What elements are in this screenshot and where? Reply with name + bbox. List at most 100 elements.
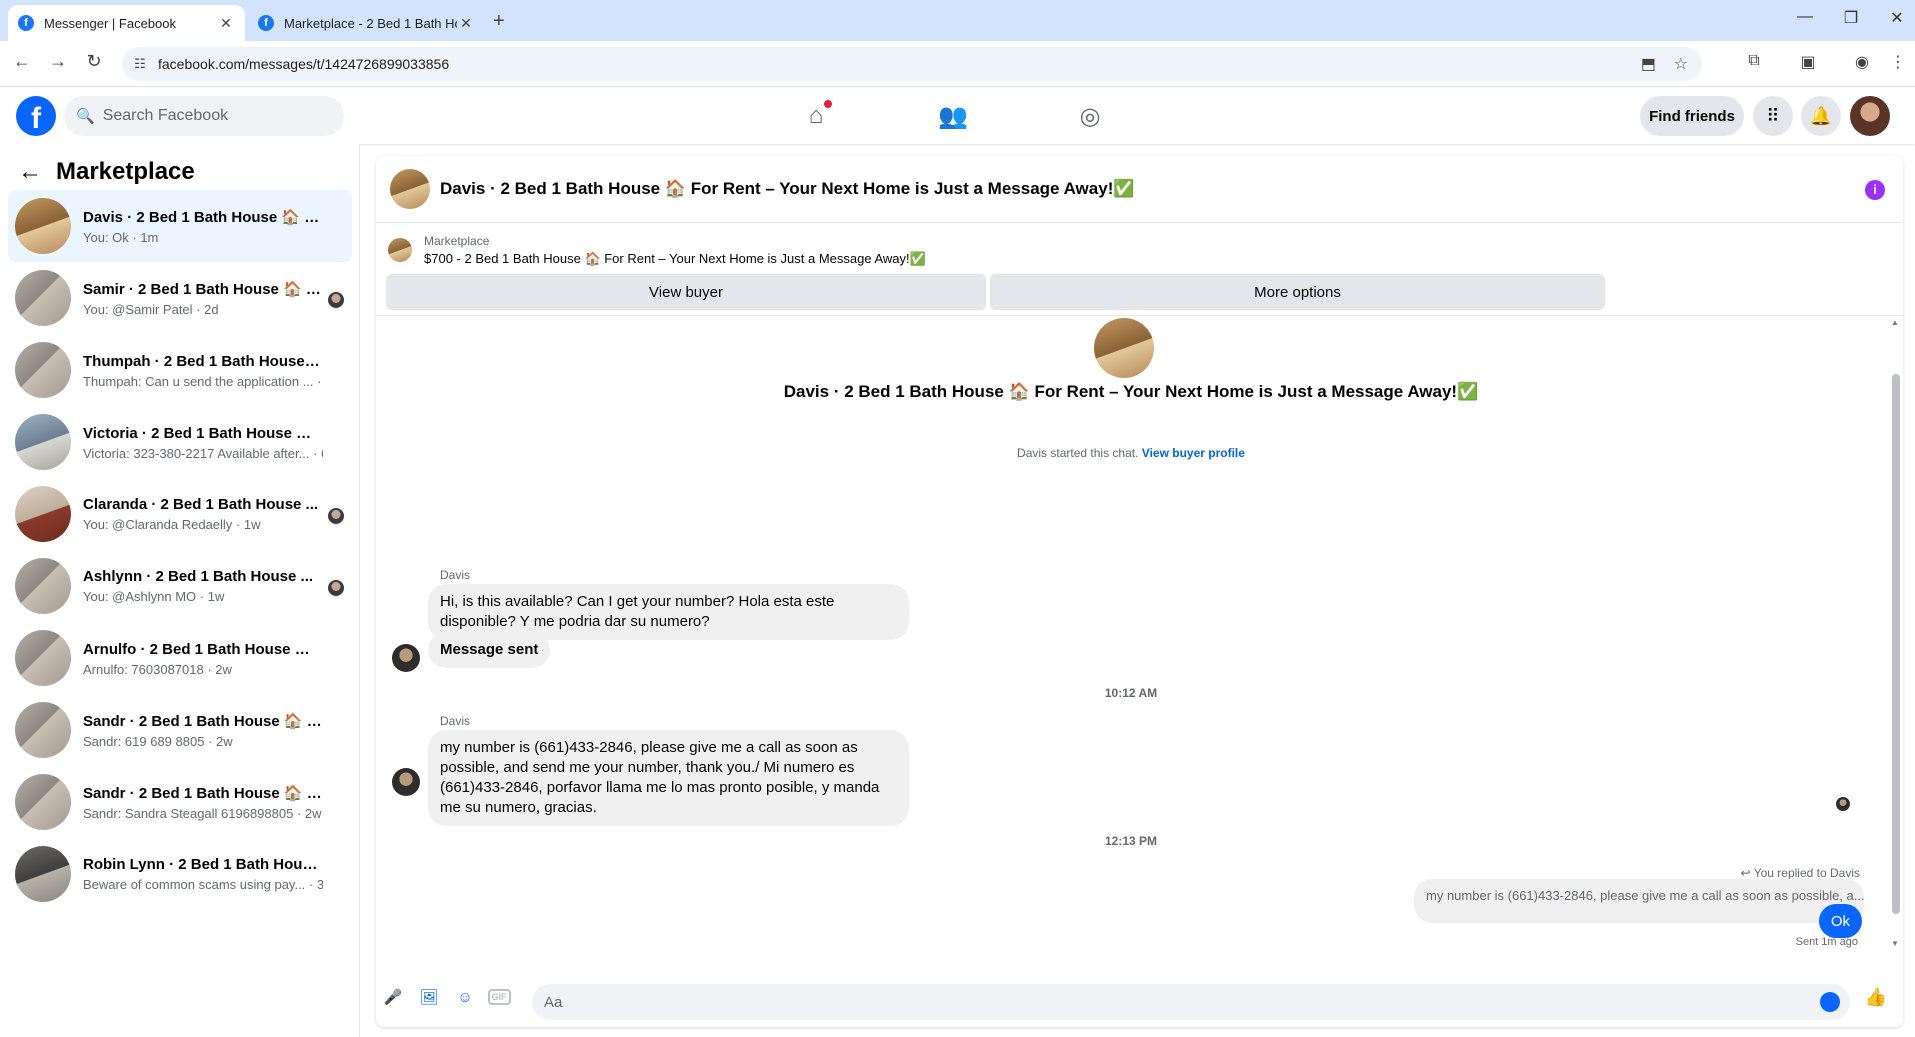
conversation-item[interactable]: Sandr · 2 Bed 1 Bath House 🏠 For ... Sand… xyxy=(8,694,352,766)
sticker-icon[interactable]: ☺ xyxy=(454,986,476,1008)
emoji-icon[interactable] xyxy=(1820,992,1840,1012)
conversation-preview: You: @Ashlynn MO · 1w xyxy=(83,589,225,604)
close-icon[interactable]: ✕ xyxy=(457,15,475,32)
tab-messenger[interactable]: f Messenger | Facebook ✕ xyxy=(8,5,245,41)
conversation-item[interactable]: Davis · 2 Bed 1 Bath House 🏠 For ... You:… xyxy=(8,190,352,262)
groups-icon[interactable]: ◎ xyxy=(1070,98,1110,134)
message-bubble[interactable]: Message sent xyxy=(428,632,551,668)
message-input[interactable]: Aa xyxy=(532,984,1850,1020)
menu-icon[interactable]: ⋮ xyxy=(1886,52,1910,72)
conversation-text: Victoria · 2 Bed 1 Bath House 🏠 F... Vict… xyxy=(83,424,323,461)
find-friends-button[interactable]: Find friends xyxy=(1640,96,1744,136)
conversation-item[interactable]: Sandr · 2 Bed 1 Bath House 🏠 For ... Sand… xyxy=(8,766,352,838)
chat-title[interactable]: Davis · 2 Bed 1 Bath House 🏠 For Rent – … xyxy=(440,179,1135,199)
listing-thumbnail[interactable] xyxy=(388,238,412,262)
conversation-item[interactable]: Samir · 2 Bed 1 Bath House 🏠 F... You: @S… xyxy=(8,262,352,334)
chat-avatar[interactable] xyxy=(390,169,430,209)
conversation-name: Sandr · 2 Bed 1 Bath House 🏠 For ... xyxy=(83,784,323,802)
conversation-item[interactable]: Arnulfo · 2 Bed 1 Bath House 🏠 F... Arnul… xyxy=(8,622,352,694)
listing-thumbnail xyxy=(15,702,71,758)
quoted-message[interactable]: my number is (661)433-2846, please give … xyxy=(1414,879,1864,923)
home-icon[interactable]: ⌂ xyxy=(796,98,836,134)
conversation-text: Arnulfo · 2 Bed 1 Bath House 🏠 F... Arnul… xyxy=(83,640,323,677)
replied-indicator: ↩ You replied to Davis xyxy=(1741,866,1860,880)
close-window-icon[interactable]: ✕ xyxy=(1882,8,1912,28)
back-icon[interactable]: ← xyxy=(10,51,34,72)
facebook-favicon-icon: f xyxy=(258,15,274,31)
restore-icon[interactable]: ❐ xyxy=(1836,8,1866,28)
conversation-text: Ashlynn · 2 Bed 1 Bath House ... You: @As… xyxy=(83,568,323,604)
listing-thumbnail xyxy=(15,270,71,326)
forward-icon[interactable]: → xyxy=(46,51,70,72)
reload-icon[interactable]: ↻ xyxy=(82,51,106,72)
listing-thumbnail xyxy=(15,342,71,398)
conversation-text: Claranda · 2 Bed 1 Bath House ... You: @C… xyxy=(83,496,323,532)
extensions-icon[interactable]: ⧉ xyxy=(1742,52,1766,70)
facebook-logo-icon[interactable]: f xyxy=(16,96,56,136)
notifications-bell-icon[interactable]: 🔔 xyxy=(1801,96,1841,136)
conversation-item[interactable]: Claranda · 2 Bed 1 Bath House ... You: @C… xyxy=(8,478,352,550)
conversation-preview: Victoria: 323-380-2217 Available after..… xyxy=(83,445,323,461)
bookmark-star-icon[interactable]: ☆ xyxy=(1674,54,1688,74)
message-bubble[interactable]: my number is (661)433-2846, please give … xyxy=(428,730,909,826)
gif-icon[interactable]: GIF xyxy=(487,986,511,1008)
tab-title: Marketplace - 2 Bed 1 Bath Ho xyxy=(284,15,457,31)
address-bar[interactable]: ☷ facebook.com/messages/t/14247268990338… xyxy=(122,47,1702,81)
profile-avatar[interactable] xyxy=(1850,96,1890,136)
scrollbar[interactable]: ▲ ▼ xyxy=(1889,318,1901,948)
read-receipt-avatar xyxy=(328,580,344,596)
conversation-item[interactable]: Thumpah · 2 Bed 1 Bath House 🏠 ... Thumpa… xyxy=(8,334,352,406)
like-thumb-icon[interactable]: 👍 xyxy=(1865,986,1887,1008)
browser-tabstrip: f Messenger | Facebook ✕ f Marketplace -… xyxy=(0,0,1915,41)
notification-dot xyxy=(824,100,832,108)
new-tab-icon[interactable]: + xyxy=(493,10,505,33)
conversation-preview: Thumpah: Can u send the application ... … xyxy=(83,373,323,389)
conversation-avatar xyxy=(1094,318,1154,378)
back-arrow-icon[interactable]: ← xyxy=(18,158,42,186)
microphone-icon[interactable]: 🎤 xyxy=(382,986,404,1008)
sender-avatar[interactable] xyxy=(392,644,420,672)
conversation-name: Arnulfo · 2 Bed 1 Bath House 🏠 F... xyxy=(83,640,323,658)
friends-icon[interactable]: 👥 xyxy=(933,98,973,134)
message-composer: 🎤 🖼 ☺ GIF Aa 👍 xyxy=(376,966,1903,1026)
conversation-preview: You: Ok · 1m xyxy=(83,229,159,245)
message-thread: Davis · 2 Bed 1 Bath House 🏠 For Rent – … xyxy=(376,316,1886,948)
conversation-item[interactable]: Robin Lynn · 2 Bed 1 Bath House ... Bewar… xyxy=(8,838,352,910)
conversation-text: Robin Lynn · 2 Bed 1 Bath House ... Bewar… xyxy=(83,856,323,892)
sent-message-bubble[interactable]: Ok xyxy=(1818,904,1862,938)
site-settings-icon[interactable]: ☷ xyxy=(122,56,158,72)
photo-icon[interactable]: 🖼 xyxy=(418,986,440,1008)
conversation-name: Ashlynn · 2 Bed 1 Bath House ... xyxy=(83,568,314,585)
chat-header: Davis · 2 Bed 1 Bath House 🏠 For Rent – … xyxy=(376,156,1903,223)
started-text: Davis started this chat. xyxy=(1017,446,1139,460)
profile-icon[interactable]: ◉ xyxy=(1850,52,1874,72)
conversation-item[interactable]: Victoria · 2 Bed 1 Bath House 🏠 F... Vict… xyxy=(8,406,352,478)
conversation-name: Victoria · 2 Bed 1 Bath House 🏠 F... xyxy=(83,424,323,442)
conversation-name: Robin Lynn · 2 Bed 1 Bath House ... xyxy=(83,856,323,873)
conversation-name: Claranda · 2 Bed 1 Bath House ... xyxy=(83,496,319,513)
close-icon[interactable]: ✕ xyxy=(217,15,235,32)
view-buyer-button[interactable]: View buyer xyxy=(386,274,986,310)
conversation-item[interactable]: Ashlynn · 2 Bed 1 Bath House ... You: @As… xyxy=(8,550,352,622)
more-options-button[interactable]: More options xyxy=(990,274,1605,310)
tab-marketplace[interactable]: f Marketplace - 2 Bed 1 Bath Ho ✕ xyxy=(248,5,485,41)
sender-avatar[interactable] xyxy=(392,768,420,796)
read-receipt-avatar xyxy=(328,508,344,524)
conversation-preview: You: @Claranda Redaelly · 1w xyxy=(83,517,261,532)
conversation-text: Sandr · 2 Bed 1 Bath House 🏠 For ... Sand… xyxy=(83,712,323,749)
menu-grid-icon[interactable]: ⠿ xyxy=(1753,96,1793,136)
install-app-icon[interactable]: ⬒ xyxy=(1641,54,1656,74)
conversation-name: Sandr · 2 Bed 1 Bath House 🏠 For ... xyxy=(83,712,323,730)
sent-status: Sent 1m ago xyxy=(1795,936,1858,948)
scroll-up-icon[interactable]: ▲ xyxy=(1889,318,1901,327)
scroll-down-icon[interactable]: ▼ xyxy=(1889,939,1901,948)
listing-thumbnail xyxy=(15,558,71,614)
listing-title[interactable]: $700 - 2 Bed 1 Bath House 🏠 For Rent – Y… xyxy=(424,251,926,267)
search-input[interactable]: 🔍 Search Facebook xyxy=(64,96,344,136)
view-buyer-profile-link[interactable]: View buyer profile xyxy=(1142,446,1245,460)
info-icon[interactable]: i xyxy=(1865,180,1885,200)
scrollbar-thumb[interactable] xyxy=(1892,374,1900,914)
conversation-text: Samir · 2 Bed 1 Bath House 🏠 F... You: @S… xyxy=(83,280,323,317)
minimize-icon[interactable]: — xyxy=(1790,8,1820,26)
tab-search-icon[interactable]: ▣ xyxy=(1796,52,1820,72)
